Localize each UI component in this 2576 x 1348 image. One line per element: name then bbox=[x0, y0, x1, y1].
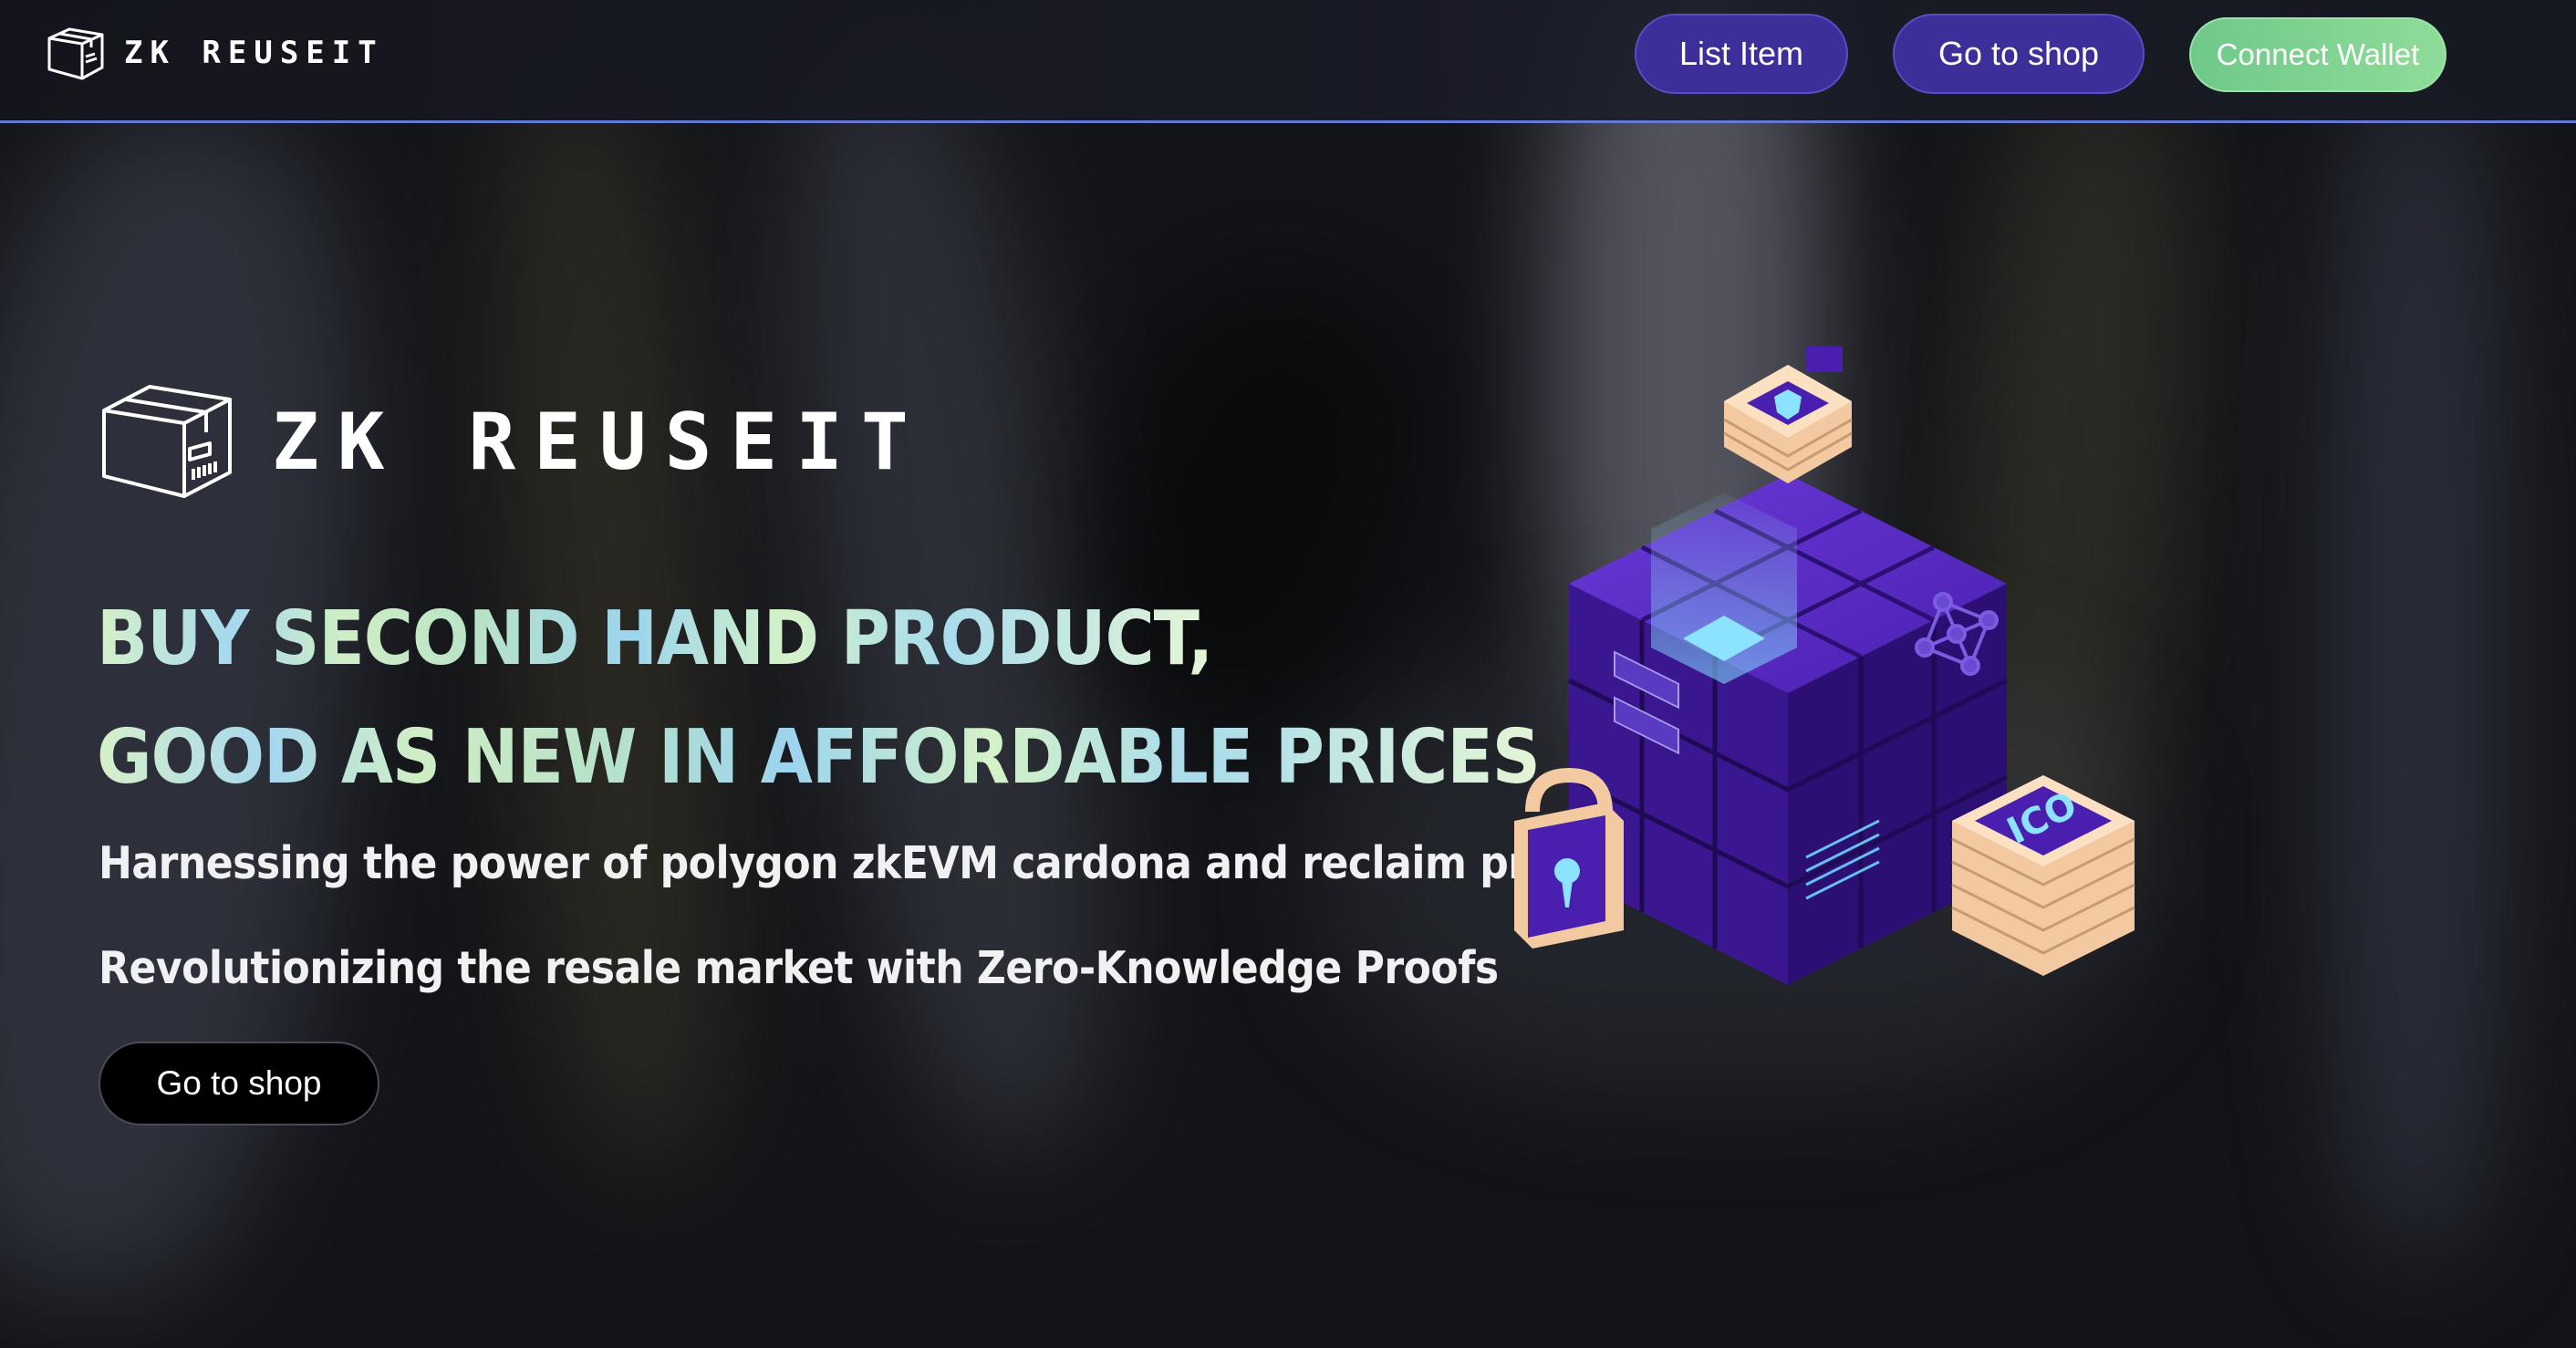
blockchain-cube-illustration: ICO bbox=[1514, 347, 2135, 985]
go-to-shop-nav-button[interactable]: Go to shop bbox=[1893, 14, 2145, 94]
subtitle-polygon: Harnessing the power of polygon zkEVM ca… bbox=[99, 837, 1665, 889]
shield-badge-icon bbox=[1723, 347, 1853, 483]
subtitle-zero-knowledge: Revolutionizing the resale market with Z… bbox=[99, 942, 1499, 994]
list-item-button[interactable]: List Item bbox=[1635, 14, 1848, 94]
headline-line-1: BUY SECOND HAND PRODUCT, bbox=[97, 596, 1213, 682]
go-to-shop-hero-button[interactable]: Go to shop bbox=[99, 1042, 379, 1125]
top-navbar: ZK REUSEIT List Item Go to shop Connect … bbox=[0, 0, 2576, 123]
headline-line-2: GOOD AS NEW IN AFFORDABLE PRICES bbox=[97, 714, 1541, 801]
box-icon bbox=[46, 26, 106, 80]
box-icon bbox=[99, 381, 235, 503]
brand-name: ZK REUSEIT bbox=[124, 35, 384, 71]
hero-brand-name: ZK REUSEIT bbox=[272, 397, 927, 488]
cube-stack bbox=[1567, 474, 2009, 985]
hero-logo: ZK REUSEIT bbox=[99, 381, 927, 503]
brand-logo[interactable]: ZK REUSEIT bbox=[46, 26, 384, 80]
connect-wallet-button[interactable]: Connect Wallet bbox=[2189, 17, 2446, 92]
